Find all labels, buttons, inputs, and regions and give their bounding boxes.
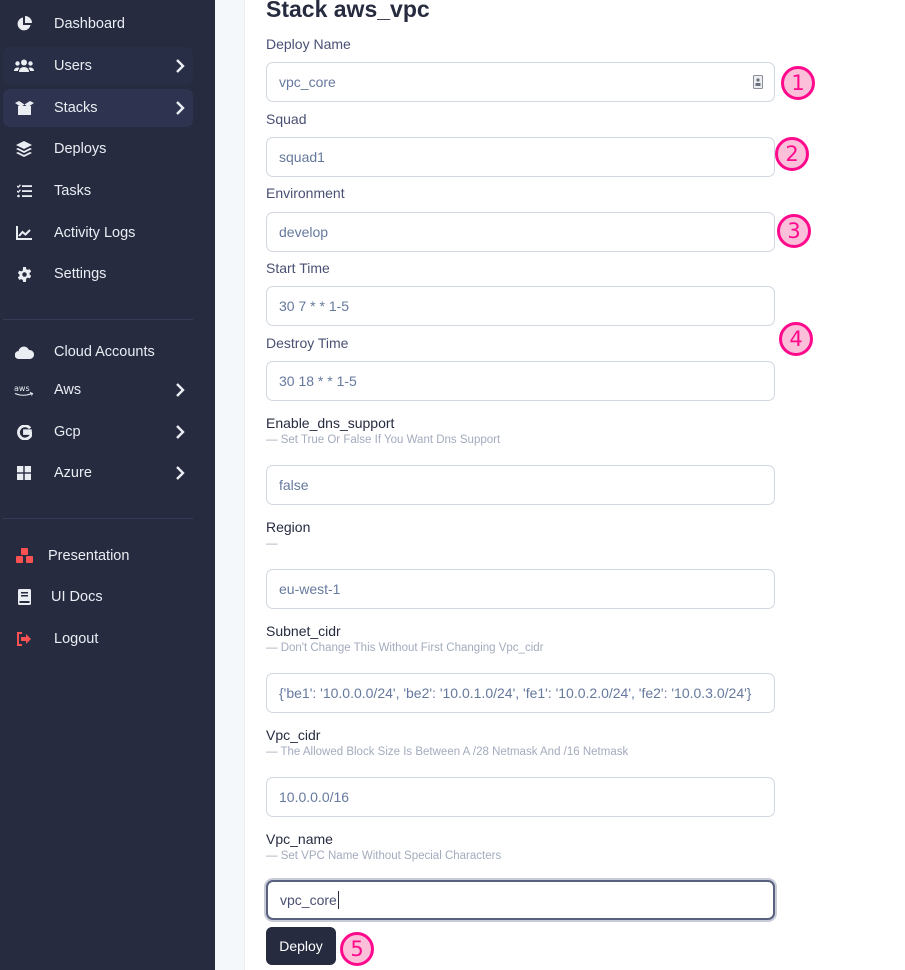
sidebar-item-label: Dashboard xyxy=(54,16,125,32)
field-label-region: Region xyxy=(266,519,311,535)
google-icon xyxy=(13,423,35,441)
box-open-icon xyxy=(13,99,35,117)
cog-icon xyxy=(13,265,35,283)
text-caret xyxy=(337,891,339,909)
vpc-name-input[interactable]: vpc_core xyxy=(266,880,775,920)
aws-icon: aws xyxy=(13,381,35,399)
field-label-subnet-cidr: Subnet_cidr xyxy=(266,623,341,639)
sidebar-item-presentation[interactable]: Presentation xyxy=(3,537,193,575)
sidebar-item-label: Cloud Accounts xyxy=(54,344,155,360)
chevron-right-icon xyxy=(176,101,185,115)
field-label-vpc-cidr: Vpc_cidr xyxy=(266,727,321,743)
sidebar-divider xyxy=(3,518,193,519)
sidebar: Dashboard Users Stacks Deploys Tasks Act… xyxy=(0,0,215,970)
vpc-cidr-input[interactable]: 10.0.0.0/16 xyxy=(266,777,775,817)
field-label-enable-dns-support: Enable_dns_support xyxy=(266,415,395,431)
sidebar-item-label: UI Docs xyxy=(51,589,103,605)
tasks-icon xyxy=(13,182,35,200)
field-hint-vpc-cidr: — The Allowed Block Size Is Between A /2… xyxy=(266,746,629,758)
sidebar-item-azure[interactable]: Azure xyxy=(3,454,193,492)
sidebar-item-label: Tasks xyxy=(54,183,92,199)
field-label-squad: Squad xyxy=(266,111,307,127)
sidebar-item-label: Presentation xyxy=(48,548,130,564)
contact-card-icon[interactable] xyxy=(753,75,763,89)
sidebar-item-activity-logs[interactable]: Activity Logs xyxy=(3,214,193,252)
field-hint-subnet-cidr: — Don't Change This Without First Changi… xyxy=(266,642,544,654)
sidebar-item-label: Users xyxy=(54,58,92,74)
users-icon xyxy=(13,57,35,75)
field-label-start-time: Start Time xyxy=(266,260,330,276)
start-time-input[interactable]: 30 7 * * 1-5 xyxy=(266,286,775,326)
sidebar-item-dashboard[interactable]: Dashboard xyxy=(3,5,193,43)
sidebar-item-label: Logout xyxy=(54,631,99,647)
chevron-right-icon xyxy=(176,59,185,73)
subnet-cidr-input[interactable]: {'be1': '10.0.0.0/24', 'be2': '10.0.1.0/… xyxy=(266,673,775,713)
deploy-name-input[interactable]: vpc_core xyxy=(266,62,775,102)
chevron-right-icon xyxy=(176,383,185,397)
field-hint-region: — xyxy=(266,538,278,550)
layer-group-icon xyxy=(13,140,35,158)
region-input[interactable]: eu-west-1 xyxy=(266,569,775,609)
sidebar-item-label: Stacks xyxy=(54,100,98,116)
sidebar-item-aws[interactable]: aws Aws xyxy=(3,371,193,409)
cloud-icon xyxy=(13,343,35,361)
sidebar-item-settings[interactable]: Settings xyxy=(3,255,193,293)
sidebar-item-label: Azure xyxy=(54,465,92,481)
deploy-button[interactable]: Deploy xyxy=(266,927,336,965)
sidebar-item-label: Activity Logs xyxy=(54,225,136,241)
sidebar-item-label: Settings xyxy=(54,266,107,282)
sidebar-item-cloud-accounts[interactable]: Cloud Accounts xyxy=(3,333,193,371)
sidebar-divider xyxy=(3,319,193,320)
chevron-right-icon xyxy=(176,466,185,480)
environment-input[interactable]: develop xyxy=(266,212,775,252)
annotation-badge-2: 2 xyxy=(775,137,809,171)
chart-line-icon xyxy=(13,224,35,242)
windows-icon xyxy=(13,464,35,482)
svg-text:aws: aws xyxy=(14,384,30,393)
field-label-vpc-name: Vpc_name xyxy=(266,831,333,847)
sidebar-item-gcp[interactable]: Gcp xyxy=(3,413,193,451)
sidebar-item-deploys[interactable]: Deploys xyxy=(3,130,193,168)
sidebar-item-users[interactable]: Users xyxy=(3,47,193,85)
annotation-badge-1: 1 xyxy=(781,66,815,100)
sidebar-item-label: Gcp xyxy=(54,424,81,440)
sidebar-item-logout[interactable]: Logout xyxy=(3,620,193,658)
chevron-right-icon xyxy=(176,425,185,439)
sidebar-item-label: Aws xyxy=(54,382,82,398)
book-icon xyxy=(13,588,35,606)
chart-pie-icon xyxy=(13,15,35,33)
field-hint-vpc-name: — Set VPC Name Without Special Character… xyxy=(266,850,502,862)
field-label-deploy-name: Deploy Name xyxy=(266,36,351,52)
cubes-icon xyxy=(13,547,35,565)
sign-out-icon xyxy=(13,630,35,648)
annotation-badge-4: 4 xyxy=(779,322,813,356)
field-hint-enable-dns-support: — Set True Or False If You Want Dns Supp… xyxy=(266,434,501,446)
enable-dns-support-input[interactable]: false xyxy=(266,465,775,505)
field-label-environment: Environment xyxy=(266,185,345,201)
annotation-badge-3: 3 xyxy=(777,214,811,248)
page-title: Stack aws_vpc xyxy=(266,0,430,22)
sidebar-item-label: Deploys xyxy=(54,141,107,157)
annotation-badge-5: 5 xyxy=(340,932,374,966)
sidebar-item-ui-docs[interactable]: UI Docs xyxy=(3,578,193,616)
squad-input[interactable]: squad1 xyxy=(266,137,775,177)
sidebar-item-tasks[interactable]: Tasks xyxy=(3,172,193,210)
content-gutter xyxy=(215,0,245,970)
sidebar-item-stacks[interactable]: Stacks xyxy=(3,89,193,127)
field-label-destroy-time: Destroy Time xyxy=(266,335,349,351)
destroy-time-input[interactable]: 30 18 * * 1-5 xyxy=(266,361,775,401)
